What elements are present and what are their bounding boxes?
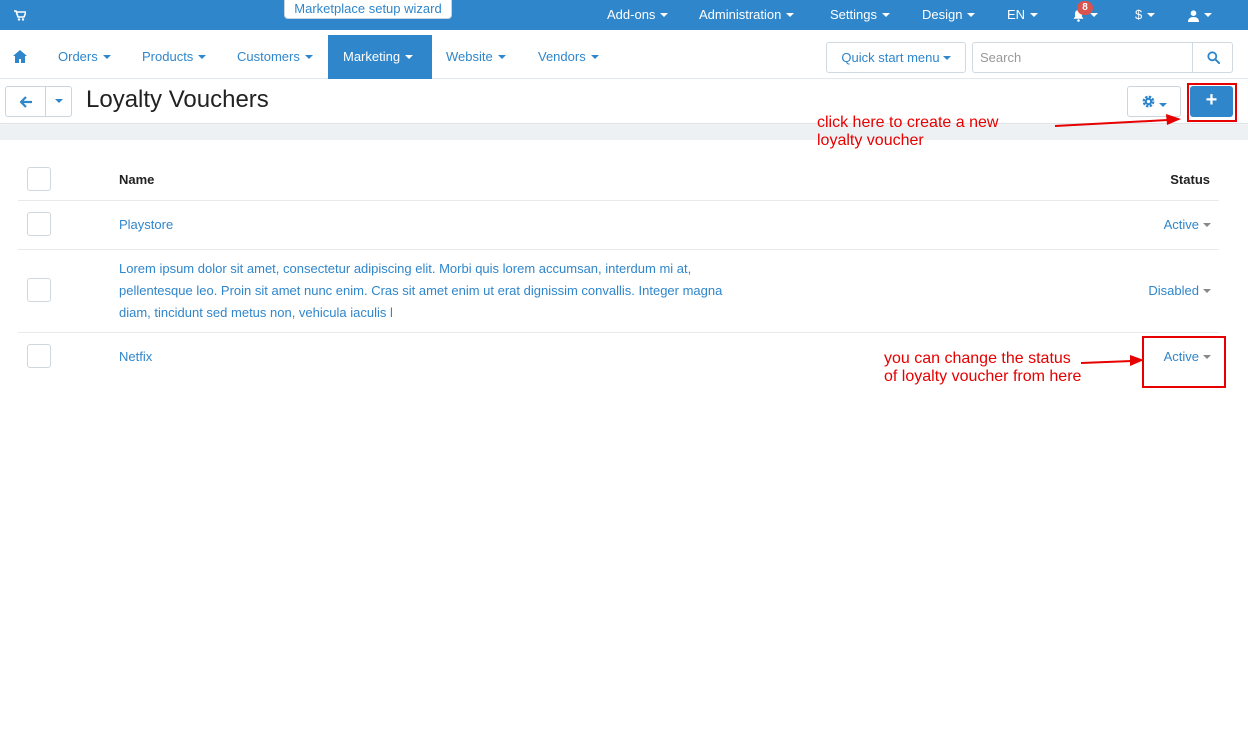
- annotation-arrows: [1054, 114, 1181, 366]
